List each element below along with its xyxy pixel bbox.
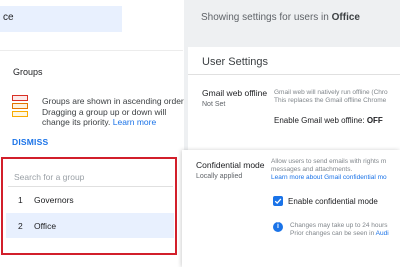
gmail-offline-value-label: Enable Gmail web offline: bbox=[274, 116, 365, 125]
gmail-offline-value-state: OFF bbox=[366, 116, 383, 125]
propagation-note-line2: Prior changes can be seen in bbox=[290, 230, 375, 237]
audit-log-link[interactable]: Audi bbox=[376, 230, 389, 237]
confidential-learn-more-link[interactable]: Learn more about Gmail confidential mo bbox=[271, 174, 387, 181]
org-unit-selected[interactable]: ce bbox=[0, 6, 122, 32]
divider bbox=[0, 50, 183, 51]
gmail-offline-desc-line2: This replaces the Gmail offline Chrome bbox=[274, 97, 387, 104]
group-search[interactable] bbox=[8, 167, 173, 187]
confidential-desc-line2: messages and attachments. bbox=[271, 166, 353, 173]
confidential-mode-setting-name[interactable]: Confidential mode bbox=[196, 160, 265, 170]
confidential-desc-line1: Allow users to send emails with rights m bbox=[271, 158, 387, 165]
settings-scope-org: Office bbox=[331, 12, 360, 23]
left-panel: ce Groups Groups are shown in ascending … bbox=[0, 0, 184, 267]
gmail-offline-desc-line1: Gmail web will natively run offline (Chr… bbox=[274, 89, 388, 96]
group-row-office[interactable]: 2 Office bbox=[6, 213, 174, 238]
settings-scope-prefix: Showing settings for users in bbox=[201, 12, 329, 23]
divider bbox=[188, 74, 400, 75]
gmail-offline-setting-name[interactable]: Gmail web offline bbox=[202, 88, 267, 98]
group-name: Governors bbox=[34, 195, 74, 205]
org-unit-label: ce bbox=[3, 12, 14, 23]
group-row-governors[interactable]: 1 Governors bbox=[6, 187, 174, 212]
group-search-input[interactable] bbox=[8, 167, 173, 187]
gmail-offline-value: Enable Gmail web offline: OFF bbox=[274, 116, 383, 125]
confidential-mode-checkbox[interactable] bbox=[273, 196, 283, 206]
gmail-offline-description: Gmail web will natively run offline (Chr… bbox=[274, 89, 388, 105]
gmail-offline-status: Not Set bbox=[202, 101, 226, 108]
group-priority-number: 1 bbox=[18, 195, 23, 205]
settings-scope-header: Showing settings for users in Office bbox=[201, 12, 360, 23]
propagation-note: Changes may take up to 24 hours Prior ch… bbox=[290, 222, 389, 238]
propagation-note-line1: Changes may take up to 24 hours bbox=[290, 222, 388, 229]
info-icon: i bbox=[273, 222, 283, 232]
group-name: Office bbox=[34, 221, 57, 231]
confidential-mode-description: Allow users to send emails with rights m… bbox=[271, 158, 387, 182]
dismiss-button[interactable]: DISMISS bbox=[12, 137, 48, 147]
user-settings-title: User Settings bbox=[202, 56, 269, 68]
groups-priority-icon bbox=[11, 95, 29, 119]
groups-learn-more-link[interactable]: Learn more bbox=[113, 117, 156, 127]
check-icon bbox=[274, 198, 282, 205]
group-priority-number: 2 bbox=[18, 221, 23, 231]
confidential-mode-checkbox-label[interactable]: Enable confidential mode bbox=[288, 197, 378, 206]
groups-title: Groups bbox=[13, 67, 43, 77]
confidential-mode-status: Locally applied bbox=[196, 173, 243, 180]
groups-description: Groups are shown in ascending order Drag… bbox=[42, 96, 187, 128]
